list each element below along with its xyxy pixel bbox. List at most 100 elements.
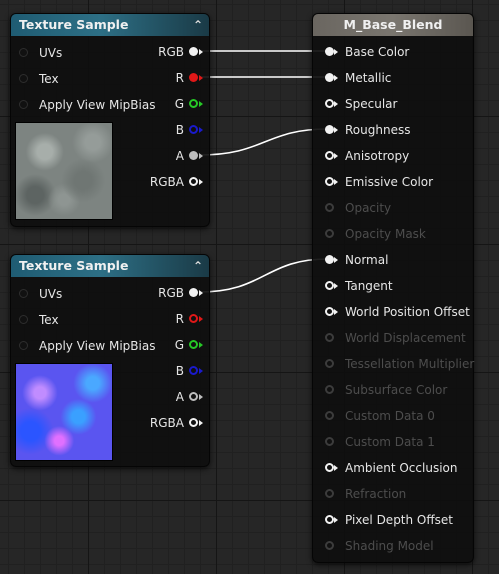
pin-circle-icon[interactable] bbox=[325, 463, 334, 472]
pin-circle-icon bbox=[325, 229, 334, 238]
pin-arrow-icon bbox=[199, 49, 203, 55]
pin-circle-icon[interactable] bbox=[189, 151, 198, 160]
material-pin-world-position-offset[interactable]: World Position Offset bbox=[325, 303, 470, 321]
material-pin-base-color[interactable]: Base Color bbox=[325, 43, 409, 61]
output-pin-rgb[interactable]: RGB bbox=[121, 43, 203, 61]
pin-arrow-icon bbox=[334, 257, 338, 263]
pin-label: Base Color bbox=[345, 45, 410, 59]
material-pin-normal[interactable]: Normal bbox=[325, 251, 388, 269]
pin-circle-icon[interactable] bbox=[325, 281, 334, 290]
pin-circle-icon[interactable] bbox=[325, 151, 334, 160]
pin-label: Opacity Mask bbox=[345, 227, 426, 241]
pin-circle-icon[interactable] bbox=[325, 125, 334, 134]
pin-circle-icon[interactable] bbox=[325, 255, 334, 264]
pin-arrow-icon bbox=[199, 420, 203, 426]
pin-label: UVs bbox=[39, 287, 63, 301]
pin-circle-icon[interactable] bbox=[189, 340, 198, 349]
pin-label: Custom Data 1 bbox=[345, 435, 435, 449]
pin-circle-icon[interactable] bbox=[189, 125, 198, 134]
pin-circle-icon[interactable] bbox=[19, 74, 28, 83]
pin-circle-icon[interactable] bbox=[19, 100, 28, 109]
material-pin-subsurface-color: Subsurface Color bbox=[325, 381, 447, 399]
pin-arrow-icon bbox=[334, 179, 338, 185]
pin-circle-icon bbox=[325, 541, 334, 550]
pin-circle-icon[interactable] bbox=[19, 341, 28, 350]
pin-arrow-icon bbox=[199, 316, 203, 322]
material-pin-specular[interactable]: Specular bbox=[325, 95, 397, 113]
pin-circle-icon[interactable] bbox=[189, 392, 198, 401]
pin-label: Shading Model bbox=[345, 539, 434, 553]
output-pin-g[interactable]: G bbox=[121, 95, 203, 113]
input-pin-tex[interactable]: Tex bbox=[19, 70, 59, 88]
node-title: Texture Sample bbox=[19, 17, 129, 32]
pin-arrow-icon bbox=[334, 309, 338, 315]
output-pin-b[interactable]: B bbox=[121, 362, 203, 380]
output-pin-rgb[interactable]: RGB bbox=[121, 284, 203, 302]
node-header[interactable]: Texture Sample ⌃ bbox=[11, 255, 209, 277]
pin-label: Tex bbox=[39, 72, 59, 86]
pin-circle-icon[interactable] bbox=[189, 288, 198, 297]
pin-circle-icon[interactable] bbox=[19, 289, 28, 298]
material-pin-pixel-depth-offset[interactable]: Pixel Depth Offset bbox=[325, 511, 453, 529]
material-pin-opacity: Opacity bbox=[325, 199, 391, 217]
material-pin-world-displacement: World Displacement bbox=[325, 329, 466, 347]
pin-circle-icon[interactable] bbox=[189, 366, 198, 375]
pin-arrow-icon bbox=[199, 368, 203, 374]
pin-circle-icon[interactable] bbox=[189, 73, 198, 82]
pin-label: Refraction bbox=[345, 487, 407, 501]
pin-circle-icon[interactable] bbox=[189, 47, 198, 56]
pin-label: R bbox=[175, 71, 184, 85]
output-pin-g[interactable]: G bbox=[121, 336, 203, 354]
pin-label: Anisotropy bbox=[345, 149, 410, 163]
pin-circle-icon[interactable] bbox=[189, 99, 198, 108]
pin-label: World Position Offset bbox=[345, 305, 470, 319]
material-result-node[interactable]: M_Base_Blend Base Color Metallic Specula… bbox=[312, 13, 474, 563]
pin-circle-icon[interactable] bbox=[189, 418, 198, 427]
pin-label: Custom Data 0 bbox=[345, 409, 435, 423]
pin-circle-icon bbox=[325, 385, 334, 394]
pin-arrow-icon bbox=[199, 75, 203, 81]
material-pin-refraction: Refraction bbox=[325, 485, 406, 503]
chevron-up-icon[interactable]: ⌃ bbox=[193, 255, 203, 277]
pin-label: Metallic bbox=[345, 71, 392, 85]
material-pin-emissive-color[interactable]: Emissive Color bbox=[325, 173, 433, 191]
pin-circle-icon[interactable] bbox=[325, 73, 334, 82]
input-pin-uvs[interactable]: UVs bbox=[19, 44, 62, 62]
output-pin-r[interactable]: R bbox=[121, 310, 203, 328]
pin-label: Ambient Occlusion bbox=[345, 461, 458, 475]
chevron-up-icon[interactable]: ⌃ bbox=[193, 14, 203, 36]
output-pin-r[interactable]: R bbox=[121, 69, 203, 87]
pin-circle-icon[interactable] bbox=[189, 177, 198, 186]
pin-arrow-icon bbox=[199, 394, 203, 400]
output-pin-rgba[interactable]: RGBA bbox=[121, 414, 203, 432]
pin-circle-icon[interactable] bbox=[19, 315, 28, 324]
node-header[interactable]: Texture Sample ⌃ bbox=[11, 14, 209, 36]
input-pin-uvs[interactable]: UVs bbox=[19, 285, 62, 303]
pin-circle-icon[interactable] bbox=[325, 307, 334, 316]
texture-sample-node-2[interactable]: Texture Sample ⌃ UVs Tex Apply View MipB… bbox=[10, 254, 210, 467]
wire-a-to-roughness[interactable] bbox=[198, 128, 329, 156]
pin-circle-icon[interactable] bbox=[325, 515, 334, 524]
output-pin-a[interactable]: A bbox=[121, 388, 203, 406]
pin-circle-icon[interactable] bbox=[189, 314, 198, 323]
output-pin-b[interactable]: B bbox=[121, 121, 203, 139]
material-pin-tangent[interactable]: Tangent bbox=[325, 277, 393, 295]
pin-circle-icon[interactable] bbox=[325, 47, 334, 56]
pin-label: Specular bbox=[345, 97, 398, 111]
material-pin-ambient-occlusion[interactable]: Ambient Occlusion bbox=[325, 459, 457, 477]
output-pin-a[interactable]: A bbox=[121, 147, 203, 165]
pin-circle-icon[interactable] bbox=[19, 48, 28, 57]
material-pin-metallic[interactable]: Metallic bbox=[325, 69, 391, 87]
input-pin-tex[interactable]: Tex bbox=[19, 311, 59, 329]
pin-label: World Displacement bbox=[345, 331, 466, 345]
pin-circle-icon[interactable] bbox=[325, 99, 334, 108]
pin-arrow-icon bbox=[334, 101, 338, 107]
node-header[interactable]: M_Base_Blend bbox=[313, 14, 473, 36]
output-pin-rgba[interactable]: RGBA bbox=[121, 173, 203, 191]
material-pin-anisotropy[interactable]: Anisotropy bbox=[325, 147, 409, 165]
pin-circle-icon bbox=[325, 489, 334, 498]
texture-sample-node-1[interactable]: Texture Sample ⌃ UVs Tex Apply View MipB… bbox=[10, 13, 210, 227]
wire-rgb-to-normal[interactable] bbox=[198, 258, 329, 293]
pin-circle-icon[interactable] bbox=[325, 177, 334, 186]
material-pin-roughness[interactable]: Roughness bbox=[325, 121, 410, 139]
